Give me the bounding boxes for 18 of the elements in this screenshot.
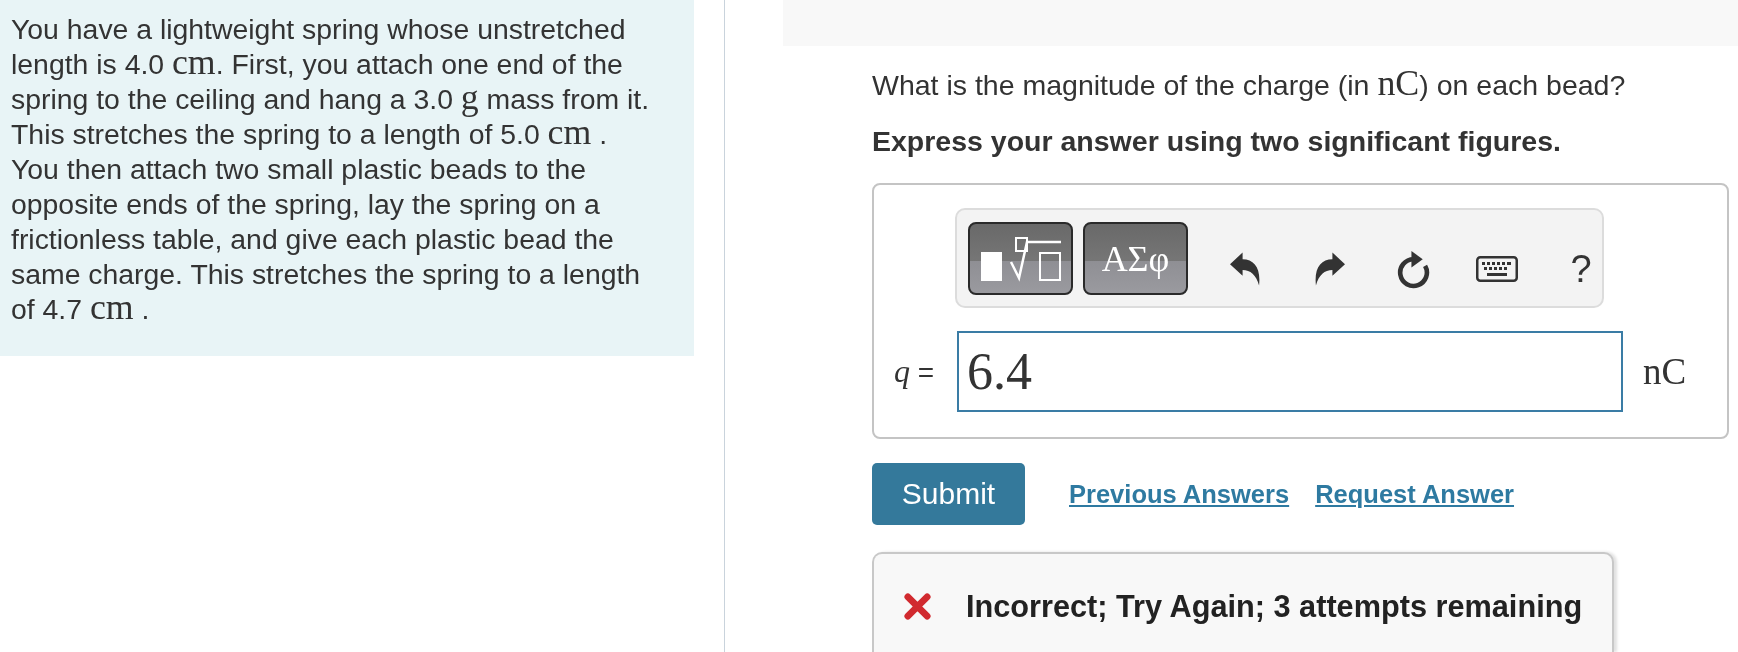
reset-icon	[1395, 249, 1431, 289]
answer-field[interactable]: 6.4	[957, 331, 1623, 412]
keyboard-icon	[1476, 256, 1518, 282]
submit-button[interactable]: Submit	[872, 463, 1025, 525]
instruction-text: Express your answer using two significant figures.	[872, 124, 1562, 159]
feedback-message: Incorrect; Try Again; 3 attempts remaining	[966, 589, 1583, 624]
problem-text: You have a lightweight spring whose unstretched length is 4.0 cm. First, you attach one end of the spring to the ceiling and hang a 3.0 g mass from it. This stretches the spring to a length of 5.0 cm . You then attach two small plastic beads to the opposite ends of the spring, lay the spring on a frictionless table, and give each plastic bead the same charge. This stretches the spring to a length of 4.7 cm .	[11, 12, 651, 327]
request-answer-link[interactable]: Request Answer	[1315, 479, 1514, 509]
redo-icon	[1313, 252, 1345, 286]
help-button[interactable]: ?	[1560, 247, 1602, 291]
previous-answers-link[interactable]: Previous Answers	[1069, 479, 1290, 509]
variable-label: q =	[894, 353, 935, 390]
unit-label: nC	[1643, 350, 1687, 393]
templates-button[interactable]	[968, 222, 1073, 295]
symbols-button[interactable]: ΑΣφ	[1083, 222, 1188, 295]
question-text: What is the magnitude of the charge (in nC) on each bead?	[872, 68, 1627, 103]
undo-icon	[1229, 252, 1261, 286]
root-template-icon	[979, 235, 1062, 282]
